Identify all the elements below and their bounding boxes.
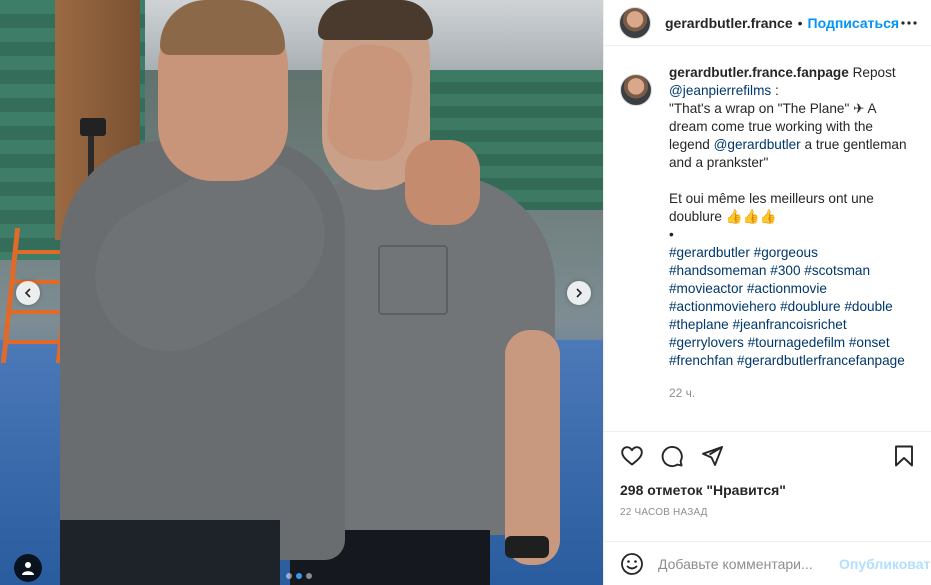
bookmark-icon (895, 445, 913, 467)
background-lamp (80, 118, 106, 136)
post-actions-section: 298 отметок "Нравится" 22 часов назад (604, 431, 931, 518)
caption-timestamp[interactable]: 22 ч. (669, 384, 916, 402)
mention-link[interactable]: @jeanpierrefilms (669, 83, 771, 98)
likes-count[interactable]: 298 отметок "Нравится" (620, 482, 916, 498)
mention-link[interactable]: @gerardbutler (714, 137, 801, 152)
caption-text: gerardbutler.france.fanpage Repost @jean… (669, 64, 916, 432)
caption-line: and a prankster" (669, 155, 769, 170)
caption-section: gerardbutler.france.fanpage Repost @jean… (604, 64, 931, 432)
share-button[interactable] (700, 436, 740, 476)
carousel-prev-button[interactable] (16, 281, 40, 305)
action-bar (620, 432, 916, 480)
post-sidebar: gerardbutler.france • Подписаться gerard… (603, 0, 931, 585)
caption-line: Et oui même les meilleurs ont une (669, 191, 874, 206)
post-timestamp[interactable]: 22 часов назад (620, 507, 916, 518)
user-icon (22, 562, 34, 575)
shirt-pocket (378, 245, 448, 315)
chevron-left-icon (24, 288, 31, 298)
hashtag-line[interactable]: #gerardbutler #gorgeous (669, 244, 916, 262)
comment-input[interactable] (658, 555, 839, 572)
emoji-button[interactable] (620, 551, 644, 577)
post-header: gerardbutler.france • Подписаться (604, 0, 931, 46)
caption-line: dream come true working with the (669, 119, 873, 134)
hashtag-line[interactable]: #theplane #jeanfrancoisrichet (669, 316, 916, 334)
carousel-dot (306, 573, 312, 579)
heart-icon (621, 446, 643, 466)
carousel-next-button[interactable] (567, 281, 591, 305)
person-left-pants (60, 520, 280, 585)
tagged-users-button[interactable] (14, 554, 42, 582)
carousel-dot-active (296, 573, 302, 579)
chevron-right-icon (576, 288, 583, 298)
publish-button[interactable]: Опубликовать (839, 556, 931, 572)
caption-line: "That's a wrap on "The Plane" ✈ A (669, 101, 877, 116)
follow-button[interactable]: Подписаться (808, 15, 900, 31)
post-media[interactable] (0, 0, 603, 585)
caption-bullet: • (669, 227, 674, 242)
caption-text-fragment: legend (669, 137, 714, 152)
caption-line: doublure 👍👍👍 (669, 209, 777, 224)
save-button[interactable] (876, 436, 916, 476)
more-options-button[interactable] (899, 13, 919, 33)
comment-form: Опубликовать (604, 541, 931, 585)
hashtag-line[interactable]: #frenchfan #gerardbutlerfrancefanpage (669, 352, 916, 370)
header-separator: • (797, 14, 803, 31)
author-username[interactable]: gerardbutler.france (665, 15, 793, 31)
wrist-watch (505, 536, 549, 558)
carousel-indicator (286, 573, 312, 579)
hashtag-line[interactable]: #gerrylovers #tournagedefilm #onset (669, 334, 916, 352)
hashtag-line[interactable]: #movieactor #actionmovie (669, 280, 916, 298)
comment-icon (661, 445, 683, 468)
avatar[interactable] (620, 74, 652, 106)
carousel-dot (286, 573, 292, 579)
caption-repost: Repost (848, 65, 896, 80)
hand-on-face (324, 41, 416, 164)
person-right-hair (318, 0, 433, 40)
caption-username[interactable]: gerardbutler.france.fanpage (669, 65, 849, 80)
like-button[interactable] (620, 436, 660, 476)
hand-on-shoulder (405, 140, 480, 225)
hashtag-line[interactable]: #handsomeman #300 #scotsman (669, 262, 916, 280)
share-icon (702, 446, 723, 466)
person-right-arm (505, 330, 560, 565)
comment-button[interactable] (660, 436, 700, 476)
caption-text-fragment: a true gentleman (800, 137, 907, 152)
caption-text-fragment: : (771, 83, 779, 98)
person-left-hair (160, 0, 285, 55)
emoji-icon (621, 552, 643, 575)
hashtag-line[interactable]: #actionmoviehero #doublure #double (669, 298, 916, 316)
more-icon (901, 20, 917, 25)
avatar[interactable] (619, 6, 651, 39)
